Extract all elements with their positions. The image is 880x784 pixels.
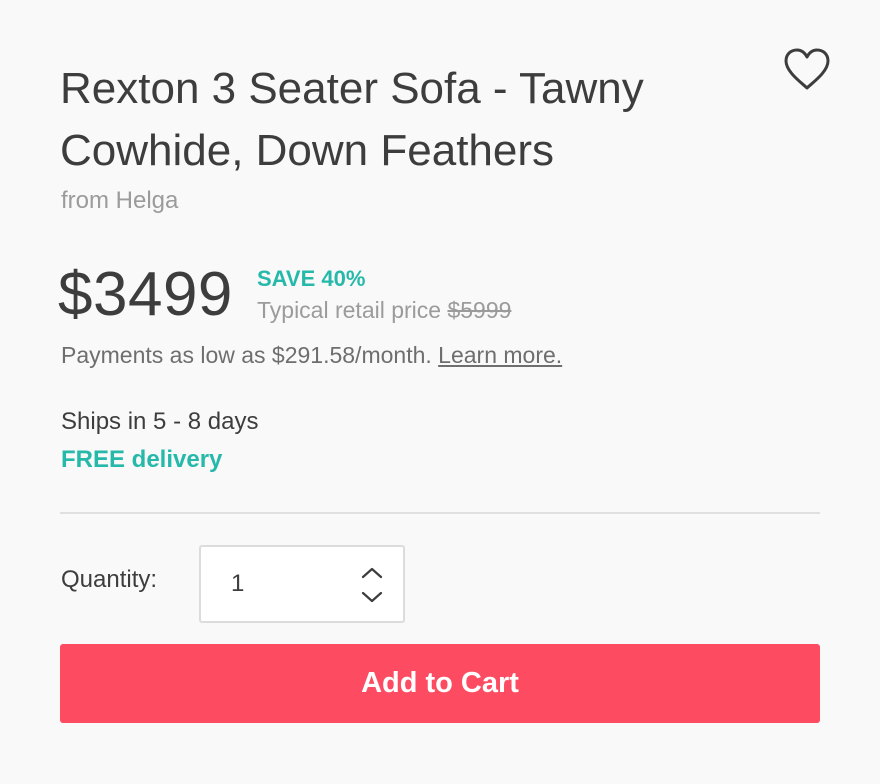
quantity-stepper[interactable]: 1	[199, 545, 405, 623]
heart-icon	[784, 48, 830, 90]
retail-price-value: $5999	[447, 297, 512, 323]
seller-name: Helga	[115, 187, 179, 214]
seller-line: from Helga	[61, 185, 178, 217]
free-delivery-label: FREE delivery	[61, 446, 223, 473]
chevron-down-icon[interactable]	[359, 589, 385, 605]
quantity-value[interactable]: 1	[231, 569, 244, 599]
quantity-label: Quantity:	[61, 566, 158, 593]
product-title: Rexton 3 Seater Sofa - Tawny Cowhide, Do…	[60, 64, 644, 175]
payments-text: Payments as low as $291.58/month.	[61, 342, 432, 368]
retail-price-label: Typical retail price	[257, 297, 442, 323]
add-to-cart-button[interactable]: Add to Cart	[60, 644, 820, 723]
payments-line: Payments as low as $291.58/month. Learn …	[61, 340, 562, 370]
seller-prefix: from	[61, 187, 109, 214]
chevron-up-icon[interactable]	[359, 565, 385, 581]
shipping-time: Ships in 5 - 8 days	[61, 408, 259, 435]
favorite-button[interactable]	[780, 44, 834, 94]
divider	[60, 512, 820, 514]
product-purchase-panel: Rexton 3 Seater Sofa - Tawny Cowhide, Do…	[0, 0, 880, 784]
sale-price: $3499	[58, 260, 233, 329]
learn-more-link[interactable]: Learn more.	[438, 342, 562, 368]
savings-badge: SAVE 40%	[257, 266, 366, 291]
retail-price-line: Typical retail price $5999	[257, 295, 511, 325]
stepper-controls	[359, 565, 385, 605]
